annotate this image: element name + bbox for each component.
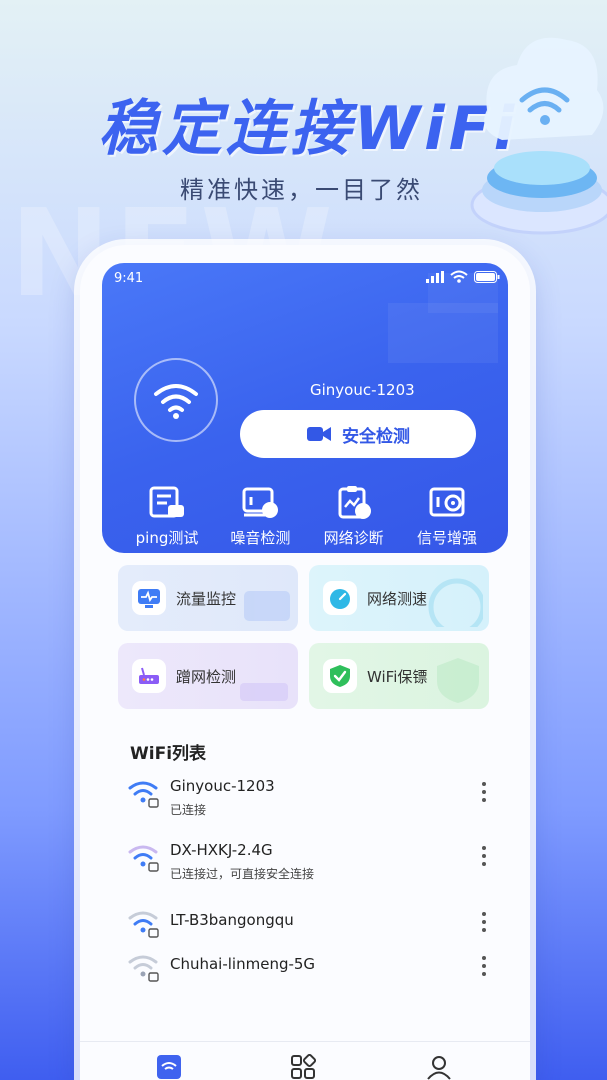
traffic-monitor-icon — [138, 589, 160, 608]
connected-ssid: Ginyouc-1203 — [310, 381, 415, 399]
tile-label: 蹭网检测 — [176, 667, 237, 686]
nav-apps-icon[interactable] — [290, 1054, 316, 1080]
wifi-status-icon — [450, 270, 468, 283]
wifi-name: LT-B3bangongqu — [170, 911, 294, 929]
wifi-signal-icon — [128, 955, 159, 982]
router-icon — [139, 667, 159, 684]
more-options-icon[interactable] — [472, 839, 496, 873]
more-options-icon[interactable] — [472, 949, 496, 983]
speed-watermark-icon — [428, 578, 483, 627]
wifi-list-item[interactable]: Chuhai-linmeng-5G — [126, 951, 496, 1001]
nav-wifi-icon[interactable] — [156, 1054, 182, 1080]
tool-signal[interactable]: 信号增强 — [402, 485, 492, 548]
wifi-name: Ginyouc-1203 — [170, 777, 275, 795]
wifi-status: 已连接 — [170, 803, 207, 817]
tool-label: 信号增强 — [416, 529, 477, 547]
more-options-icon[interactable] — [472, 775, 496, 809]
wifi-name: Chuhai-linmeng-5G — [170, 955, 316, 973]
tool-diagnose[interactable]: 网络诊断 — [309, 485, 399, 548]
wifi-list-title: WiFi列表 — [130, 744, 207, 764]
ping-test-icon — [149, 486, 184, 518]
tile-label: 流量监控 — [176, 589, 237, 608]
wifi-signal-icon — [128, 845, 159, 872]
shield-check-icon — [330, 665, 350, 687]
tile-label: WiFi保镖 — [367, 667, 428, 686]
tool-label: ping测试 — [135, 529, 199, 547]
wifi-list-item[interactable]: DX-HXKJ-2.4G 已连接过，可直接安全连接 — [126, 841, 496, 891]
connection-card: Ginyouc-1203 安全检测 ping测试 噪音检测 网络诊断 信号增强 — [102, 263, 508, 553]
bottom-nav — [80, 1041, 530, 1080]
signal-boost-icon — [429, 487, 465, 517]
tile-label: 网络测速 — [367, 589, 428, 608]
monitor-watermark-icon — [244, 591, 290, 621]
wifi-status-indicator — [134, 358, 218, 442]
wifi-status: 已连接过，可直接安全连接 — [170, 867, 315, 881]
security-check-label: 安全检测 — [342, 426, 410, 447]
cellular-signal-icon — [426, 270, 444, 283]
speed-test-icon — [330, 589, 350, 609]
battery-icon — [474, 270, 500, 283]
tool-label: 网络诊断 — [323, 529, 384, 547]
wifi-icon — [154, 384, 198, 419]
cloud-wifi-illustration — [470, 37, 607, 235]
router-watermark-icon — [240, 683, 288, 701]
tool-ping[interactable]: ping测试 — [122, 485, 212, 548]
tile-traffic-monitor[interactable]: 流量监控 — [118, 565, 298, 631]
tile-freeloader-check[interactable]: 蹭网检测 — [118, 643, 298, 709]
status-time: 9:41 — [114, 271, 144, 286]
shield-watermark-icon — [437, 658, 479, 703]
nav-profile-icon[interactable] — [426, 1054, 452, 1080]
noise-detect-icon — [242, 487, 279, 518]
wifi-name: DX-HXKJ-2.4G — [170, 841, 273, 859]
tile-wifi-guard[interactable]: WiFi保镖 — [309, 643, 489, 709]
video-camera-icon — [307, 427, 331, 441]
security-check-button[interactable]: 安全检测 — [240, 410, 476, 458]
wifi-signal-icon — [128, 911, 159, 938]
tool-row: ping测试 噪音检测 网络诊断 信号增强 — [122, 485, 492, 548]
wifi-list-item[interactable]: Ginyouc-1203 已连接 — [126, 777, 496, 827]
wifi-list-item[interactable]: LT-B3bangongqu — [126, 907, 496, 957]
phone-frame: Ginyouc-1203 安全检测 ping测试 噪音检测 网络诊断 信号增强 … — [80, 245, 530, 1080]
hero-subtitle: 精准快速，一目了然 — [180, 176, 423, 204]
network-diagnose-icon — [338, 486, 371, 519]
tool-noise[interactable]: 噪音检测 — [215, 485, 305, 548]
more-options-icon[interactable] — [472, 905, 496, 939]
tile-speed-test[interactable]: 网络测速 — [309, 565, 489, 631]
wifi-signal-icon — [128, 781, 159, 808]
status-bar: 9:41 — [102, 263, 508, 297]
tool-label: 噪音检测 — [230, 529, 291, 547]
